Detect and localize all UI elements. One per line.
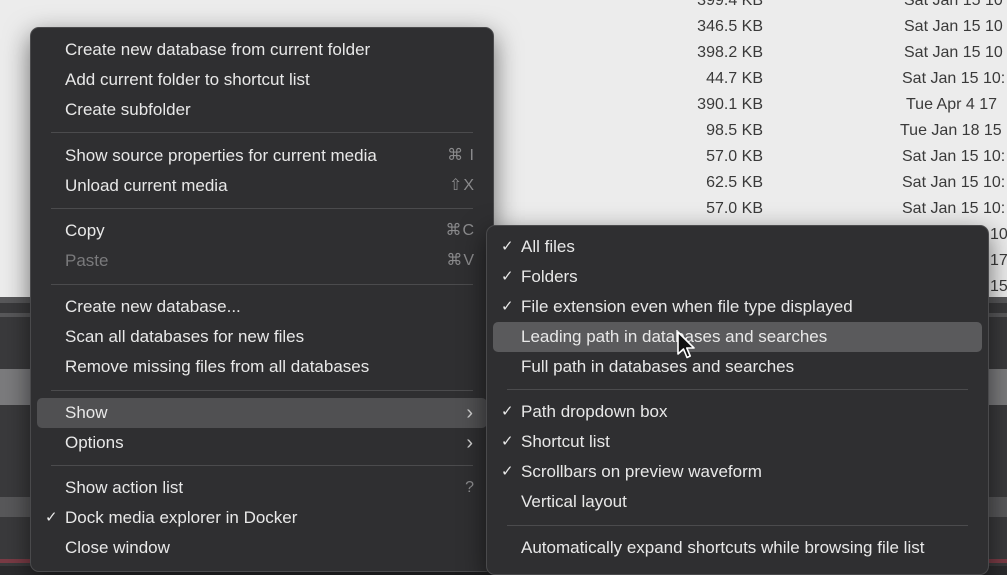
- menu-separator: [51, 284, 473, 285]
- shortcut-hint: ⇧X: [448, 177, 475, 194]
- menu-item-show[interactable]: Show ›: [37, 398, 487, 428]
- menu-item-label: Path dropdown box: [521, 402, 668, 421]
- submenu-item-file-extension[interactable]: ✓ File extension even when file type dis…: [493, 292, 982, 322]
- file-date: Tue Jan 18 15: [900, 122, 1002, 139]
- menu-item-label: Dock media explorer in Docker: [65, 508, 298, 527]
- file-size: 390.1 KB: [697, 96, 763, 113]
- file-date: Sat Jan 15 10: [904, 0, 1003, 9]
- menu-item-label: Show source properties for current media: [65, 146, 377, 165]
- menu-item-label: Show: [65, 403, 108, 422]
- menu-item-label: Create new database from current folder: [65, 40, 371, 59]
- file-size: 398.2 KB: [697, 44, 763, 61]
- file-size: 57.0 KB: [706, 200, 763, 217]
- menu-item-add-folder-shortcut[interactable]: Add current folder to shortcut list: [37, 65, 487, 95]
- file-date: Tue Apr 4 17: [906, 96, 998, 113]
- chevron-right-icon: ›: [466, 402, 473, 424]
- file-date: Sat Jan 15 10:: [902, 148, 1006, 165]
- menu-item-label: Show action list: [65, 478, 184, 497]
- menu-item-label: Folders: [521, 267, 578, 286]
- menu-item-label: Unload current media: [65, 176, 228, 195]
- menu-item-label: Scan all databases for new files: [65, 327, 305, 346]
- checkmark-icon: ✓: [501, 433, 514, 450]
- submenu-item-scrollbars-waveform[interactable]: ✓ Scrollbars on preview waveform: [493, 457, 982, 487]
- context-menu: Create new database from current folder …: [30, 27, 494, 572]
- file-size: 98.5 KB: [706, 122, 763, 139]
- file-size: 346.5 KB: [697, 18, 763, 35]
- menu-item-label: Copy: [65, 221, 105, 240]
- menu-separator: [51, 208, 473, 209]
- submenu-item-full-path[interactable]: Full path in databases and searches: [493, 352, 982, 382]
- menu-item-label: Add current folder to shortcut list: [65, 70, 310, 89]
- submenu-item-vertical-layout[interactable]: Vertical layout: [493, 487, 982, 517]
- menu-item-label: Full path in databases and searches: [521, 357, 795, 376]
- file-date: 10:: [990, 226, 1007, 243]
- menu-item-paste[interactable]: Paste ⌘V: [37, 246, 487, 276]
- submenu-item-all-files[interactable]: ✓ All files: [493, 232, 982, 262]
- file-size: 57.0 KB: [706, 148, 763, 165]
- menu-item-scan-databases[interactable]: Scan all databases for new files: [37, 322, 487, 352]
- menu-item-label: Create subfolder: [65, 100, 191, 119]
- checkmark-icon: ✓: [501, 268, 514, 285]
- checkmark-icon: ✓: [501, 463, 514, 480]
- menu-item-label: Remove missing files from all databases: [65, 357, 370, 376]
- menu-item-label: Automatically expand shortcuts while bro…: [521, 538, 925, 557]
- file-date: Sat Jan 15 10:: [902, 200, 1006, 217]
- checkmark-icon: ✓: [501, 298, 514, 315]
- file-date: 15: [990, 278, 1007, 295]
- submenu-item-folders[interactable]: ✓ Folders: [493, 262, 982, 292]
- menu-item-remove-missing-files[interactable]: Remove missing files from all databases: [37, 352, 487, 382]
- file-date: Sat Jan 15 10: [904, 18, 1003, 35]
- menu-item-close-window[interactable]: Close window: [37, 533, 487, 563]
- menu-item-label: All files: [521, 237, 575, 256]
- chevron-right-icon: ›: [466, 432, 473, 454]
- submenu-item-leading-path[interactable]: Leading path in databases and searches: [493, 322, 982, 352]
- menu-separator: [51, 390, 473, 391]
- menu-item-label: Leading path in databases and searches: [521, 327, 828, 346]
- menu-item-show-action-list[interactable]: Show action list ?: [37, 473, 487, 503]
- menu-separator: [51, 465, 473, 466]
- menu-item-copy[interactable]: Copy ⌘C: [37, 216, 487, 246]
- file-size: 399.4 KB: [697, 0, 763, 9]
- submenu-item-path-dropdown[interactable]: ✓ Path dropdown box: [493, 397, 982, 427]
- menu-item-label: Shortcut list: [521, 432, 610, 451]
- menu-item-label: File extension even when file type displ…: [521, 297, 853, 316]
- shortcut-hint: ⌘V: [446, 252, 475, 269]
- file-row[interactable]: 399.4 KB Sat Jan 15 10: [0, 0, 1007, 18]
- menu-item-label: Close window: [65, 538, 170, 557]
- menu-item-create-subfolder[interactable]: Create subfolder: [37, 95, 487, 125]
- checkmark-icon: ✓: [45, 509, 58, 526]
- show-submenu: ✓ All files ✓ Folders ✓ File extension e…: [486, 225, 989, 575]
- menu-separator: [507, 525, 968, 526]
- menu-item-show-source-properties[interactable]: Show source properties for current media…: [37, 141, 487, 171]
- menu-item-label: Paste: [65, 251, 109, 270]
- menu-item-unload-media[interactable]: Unload current media ⇧X: [37, 171, 487, 201]
- menu-separator: [507, 389, 968, 390]
- file-date: Sat Jan 15 10: [904, 44, 1003, 61]
- file-size: 44.7 KB: [706, 70, 763, 87]
- shortcut-hint: ⌘C: [445, 222, 475, 239]
- checkmark-icon: ✓: [501, 238, 514, 255]
- menu-item-label: Vertical layout: [521, 492, 627, 511]
- submenu-item-shortcut-list[interactable]: ✓ Shortcut list: [493, 427, 982, 457]
- menu-item-dock-media-explorer[interactable]: ✓ Dock media explorer in Docker: [37, 503, 487, 533]
- checkmark-icon: ✓: [501, 403, 514, 420]
- file-date: Sat Jan 15 10:: [902, 70, 1006, 87]
- menu-item-label: Create new database...: [65, 297, 241, 316]
- menu-item-create-new-database[interactable]: Create new database...: [37, 292, 487, 322]
- menu-item-label: Options: [65, 433, 124, 452]
- shortcut-hint: ⌘ I: [447, 147, 475, 164]
- menu-item-create-db-from-folder[interactable]: Create new database from current folder: [37, 35, 487, 65]
- mouse-pointer-icon: [677, 331, 695, 359]
- submenu-item-auto-expand-shortcuts[interactable]: Automatically expand shortcuts while bro…: [493, 533, 982, 563]
- file-date: 17: [990, 252, 1007, 269]
- file-date: Sat Jan 15 10:: [902, 174, 1006, 191]
- menu-item-options[interactable]: Options ›: [37, 428, 487, 458]
- menu-separator: [51, 132, 473, 133]
- file-size: 62.5 KB: [706, 174, 763, 191]
- menu-item-label: Scrollbars on preview waveform: [521, 462, 762, 481]
- shortcut-hint: ?: [465, 479, 475, 496]
